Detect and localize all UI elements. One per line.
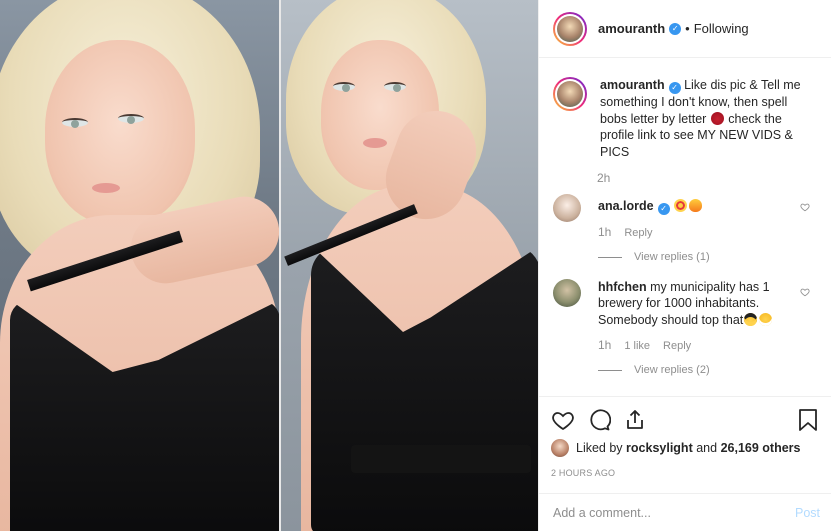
post-button[interactable]: Post xyxy=(795,506,820,520)
reply-button[interactable]: Reply xyxy=(663,338,691,355)
eye-right xyxy=(118,114,144,124)
heart-eyes-emoji-icon xyxy=(674,199,688,212)
add-comment-bar: Post xyxy=(539,493,831,531)
caption-avatar[interactable] xyxy=(553,77,587,111)
lips xyxy=(92,183,120,193)
comment-actions: 1h 1 like Reply xyxy=(598,337,798,355)
avatar[interactable] xyxy=(553,11,587,46)
comment-icon[interactable] xyxy=(587,408,611,432)
comment-avatar[interactable] xyxy=(553,194,581,222)
comment-likes-count[interactable]: 1 like xyxy=(624,338,650,355)
lips xyxy=(363,138,387,148)
header-username[interactable]: amouranth xyxy=(598,21,665,36)
liker-avatar[interactable] xyxy=(551,439,569,457)
post-panel: amouranth ✓ • Following amouranth ✓ Like … xyxy=(538,0,831,531)
separator-dot: • xyxy=(685,21,690,36)
fire-emoji-icon xyxy=(689,199,703,212)
following-button[interactable]: Following xyxy=(694,21,749,36)
likes-count[interactable]: 26,169 others xyxy=(721,441,801,455)
photo-right xyxy=(281,0,538,531)
caption-time[interactable]: 2h xyxy=(553,171,818,185)
posted-time[interactable]: 2 HOURS AGO xyxy=(551,468,820,478)
action-icons xyxy=(551,405,820,435)
comments-section[interactable]: amouranth ✓ Like dis pic & Tell me someth… xyxy=(539,59,831,396)
view-replies-button[interactable]: View replies (1) xyxy=(598,251,818,263)
comment-username[interactable]: hhfchen xyxy=(598,280,647,294)
eye-left xyxy=(333,82,355,92)
view-replies-button[interactable]: View replies (2) xyxy=(598,364,818,376)
likes-prefix: Liked by xyxy=(576,441,623,455)
post-header: amouranth ✓ • Following xyxy=(539,0,831,58)
verified-icon: ✓ xyxy=(668,82,681,94)
comment-like-heart-icon[interactable] xyxy=(800,202,810,212)
bookmark-icon[interactable] xyxy=(796,408,820,432)
comment-like-heart-icon[interactable] xyxy=(800,287,810,297)
reply-button[interactable]: Reply xyxy=(624,225,652,242)
devil-emoji-icon xyxy=(710,111,724,125)
likes-summary: Liked by rocksylight and 26,169 others xyxy=(551,439,820,457)
verified-icon: ✓ xyxy=(669,22,682,35)
comment-avatar[interactable] xyxy=(553,278,581,307)
grin-sweat-emoji-icon xyxy=(759,312,773,326)
comment-time[interactable]: 1h xyxy=(598,224,611,241)
liker-username[interactable]: rocksylight xyxy=(626,441,693,455)
post-actions: Liked by rocksylight and 26,169 others 2… xyxy=(539,396,831,478)
comment-username[interactable]: ana.lorde xyxy=(598,199,654,213)
comment-time[interactable]: 1h xyxy=(598,337,611,354)
eye-left xyxy=(62,118,88,128)
heart-icon[interactable] xyxy=(551,408,575,432)
sunglasses-emoji-icon xyxy=(744,312,758,326)
face-shape xyxy=(45,40,195,225)
caption: amouranth ✓ Like dis pic & Tell me someth… xyxy=(553,77,818,160)
caption-username[interactable]: amouranth xyxy=(600,78,665,92)
photo-left xyxy=(0,0,280,531)
comment-input[interactable] xyxy=(553,505,795,520)
eye-right xyxy=(384,82,406,92)
comment-item: ana.lorde ✓ 1h Reply xyxy=(553,194,818,242)
verified-icon: ✓ xyxy=(657,203,670,215)
share-icon[interactable] xyxy=(623,408,647,432)
comment-item: hhfchen my municipality has 1 brewery fo… xyxy=(553,278,818,355)
likes-middle: and xyxy=(696,441,718,455)
belt-shape xyxy=(351,445,531,473)
post-media[interactable] xyxy=(0,0,538,531)
caption-text: amouranth ✓ Like dis pic & Tell me someth… xyxy=(600,77,810,160)
comment-actions: 1h Reply xyxy=(598,224,798,242)
